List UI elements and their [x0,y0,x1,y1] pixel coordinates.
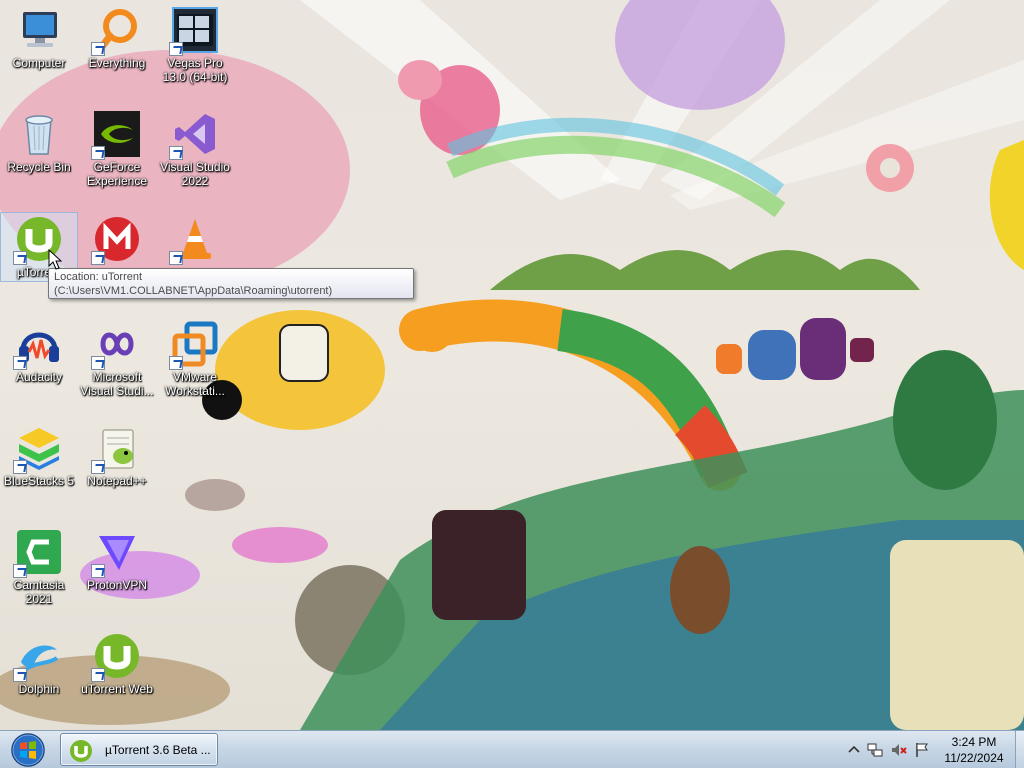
desktop-icon-label: ProtonVPN [86,578,148,592]
shortcut-arrow-icon [91,460,105,474]
vmware-icon [169,320,219,370]
show-hidden-icons-chevron-icon[interactable] [846,742,862,758]
icon-location-tooltip: Location: uTorrent (C:\Users\VM1.COLLABN… [48,268,414,299]
desktop-icon-mega[interactable] [79,213,155,265]
protonvpn-icon [91,528,141,578]
windows-start-icon [11,733,45,767]
shortcut-arrow-icon [91,668,105,682]
desktop-icon-label: Everything [88,56,146,70]
desktop-icon-label: uTorrent Web [81,682,153,696]
desktop-icon-notepad-plus-plus[interactable]: Notepad++ [79,422,155,488]
desktop-icon-label: Audacity [15,370,63,384]
mega-icon [91,215,141,265]
shortcut-arrow-icon [13,668,27,682]
shortcut-arrow-icon [169,356,183,370]
desktop-icon-vegas-pro[interactable]: Vegas Pro 13.0 (64-bit) [157,4,233,84]
mouse-pointer-icon [48,249,62,270]
desktop-icon-everything[interactable]: Everything [79,4,155,70]
shortcut-arrow-icon [91,356,105,370]
utorrent-web-icon [91,632,141,682]
volume-muted-icon[interactable] [891,742,907,758]
dolphin-icon [13,632,63,682]
desktop-icon-utorrent-web[interactable]: uTorrent Web [79,630,155,696]
desktop-icon-geforce-experience[interactable]: GeForce Experience [79,108,155,188]
desktop-icon-recycle-bin[interactable]: Recycle Bin [1,108,77,174]
shortcut-arrow-icon [91,146,105,160]
shortcut-arrow-icon [91,42,105,56]
audacity-icon [13,320,63,370]
desktop-icon-label: Notepad++ [87,474,147,488]
action-center-flag-icon[interactable] [914,742,930,758]
desktop-icon-visual-studio-2022[interactable]: Visual Studio 2022 [157,108,233,188]
desktop-icon-label: GeForce Experience [86,160,148,188]
desktop-icon-label: Recycle Bin [7,160,71,174]
everything-icon [91,6,141,56]
computer-icon [15,6,63,54]
bluestacks-icon [13,424,63,474]
desktop-icon-visual-studio-installer[interactable]: Microsoft Visual Studi... [79,318,155,398]
shortcut-arrow-icon [91,564,105,578]
shortcut-arrow-icon [169,251,183,265]
vegas-pro-icon [169,6,219,56]
vs-installer-icon [91,320,141,370]
desktop-icon-protonvpn[interactable]: ProtonVPN [79,526,155,592]
system-clock[interactable]: 3:24 PM 11/22/2024 [934,734,1014,766]
desktop-icon-label: Vegas Pro 13.0 (64-bit) [162,56,228,84]
geforce-icon [91,110,141,160]
desktop-icon-label: VMware Workstati... [165,370,225,398]
desktop-icon-label: Camtasia 2021 [13,578,65,606]
camtasia-icon [13,528,63,578]
desktop-icon-vmware[interactable]: VMware Workstati... [157,318,233,398]
shortcut-arrow-icon [169,146,183,160]
shortcut-arrow-icon [13,356,27,370]
clock-time: 3:24 PM [951,735,997,749]
desktop-icon-bluestacks[interactable]: BlueStacks 5 [1,422,77,488]
desktop-icon-computer[interactable]: Computer [1,4,77,70]
show-desktop-button[interactable] [1015,731,1024,768]
shortcut-arrow-icon [13,564,27,578]
start-button[interactable] [4,732,52,768]
clock-date: 11/22/2024 [944,751,1004,765]
network-icon[interactable] [867,742,883,758]
recycle-bin-icon [15,110,63,158]
desktop-icon-label: Computer [12,56,66,70]
desktop-icon-label: Visual Studio 2022 [160,160,230,188]
visual-studio-icon [169,110,219,160]
desktop-icon-label: Dolphin [18,682,60,696]
taskbar-button-utorrent[interactable]: µTorrent 3.6 Beta ... [60,733,218,766]
desktop-icon-label: Microsoft Visual Studi... [80,370,154,398]
desktop-icon-audacity[interactable]: Audacity [1,318,77,384]
shortcut-arrow-icon [169,42,183,56]
notepadpp-icon [91,424,141,474]
shortcut-arrow-icon [13,251,27,265]
desktop-icon-vlc[interactable] [157,213,233,265]
desktop-icon-label: BlueStacks 5 [3,474,75,488]
shortcut-arrow-icon [13,460,27,474]
taskbar-button-label: µTorrent 3.6 Beta ... [105,743,211,757]
shortcut-arrow-icon [91,251,105,265]
utorrent-icon [70,740,92,762]
desktop-icon-camtasia[interactable]: Camtasia 2021 [1,526,77,606]
vlc-icon [169,215,219,265]
desktop-icon-dolphin[interactable]: Dolphin [1,630,77,696]
taskbar: µTorrent 3.6 Beta ... 3:24 PM 11/22/2024 [0,730,1024,768]
